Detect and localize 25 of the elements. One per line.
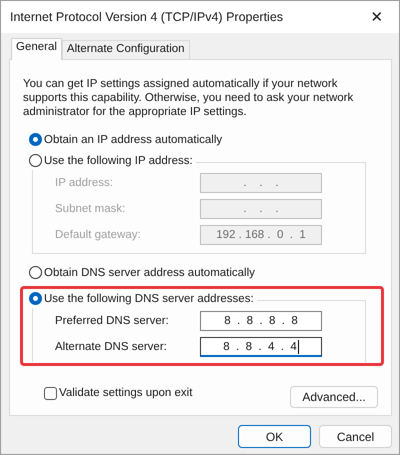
field-label: IP address: [55,177,113,189]
ip-address-field[interactable]: 8 . 8 . 4 . 4 [200,337,322,357]
radio-label[interactable]: Obtain DNS server address automatically [44,266,255,278]
ok-button[interactable]: OK [238,425,311,448]
radio-label[interactable]: Use the following DNS server addresses: [44,292,254,304]
window-title: Internet Protocol Version 4 (TCP/IPv4) Properties [10,10,284,24]
tab[interactable]: Alternate Configuration [62,40,190,59]
radio-button[interactable] [29,292,42,305]
field-label: Subnet mask: [55,203,126,215]
radio-label[interactable]: Use the following IP address: [44,154,193,166]
checkbox[interactable] [44,386,57,400]
advanced-button[interactable]: Advanced... [290,386,378,408]
radio-button[interactable] [29,266,42,279]
tab[interactable]: General [11,38,62,60]
cancel-button[interactable]: Cancel [319,425,392,448]
ip-address-field[interactable]: 8 . 8 . 8 . 8 [200,311,322,331]
field-label: Alternate DNS server: [55,341,167,353]
field-label: Preferred DNS server: [55,315,169,327]
radio-button[interactable] [29,133,42,146]
field-label: Default gateway: [55,229,141,241]
description-text: You can get IP settings assigned automatically if your network supports this capability. Otherwise, you need to ask your network administrator for the appropriate IP settings. [23,77,354,119]
radio-label[interactable]: Obtain an IP address automatically [44,134,222,146]
close-button[interactable]: ✕ [355,8,399,26]
radio-button[interactable] [29,154,42,167]
checkbox-label[interactable]: Validate settings upon exit [59,387,192,399]
